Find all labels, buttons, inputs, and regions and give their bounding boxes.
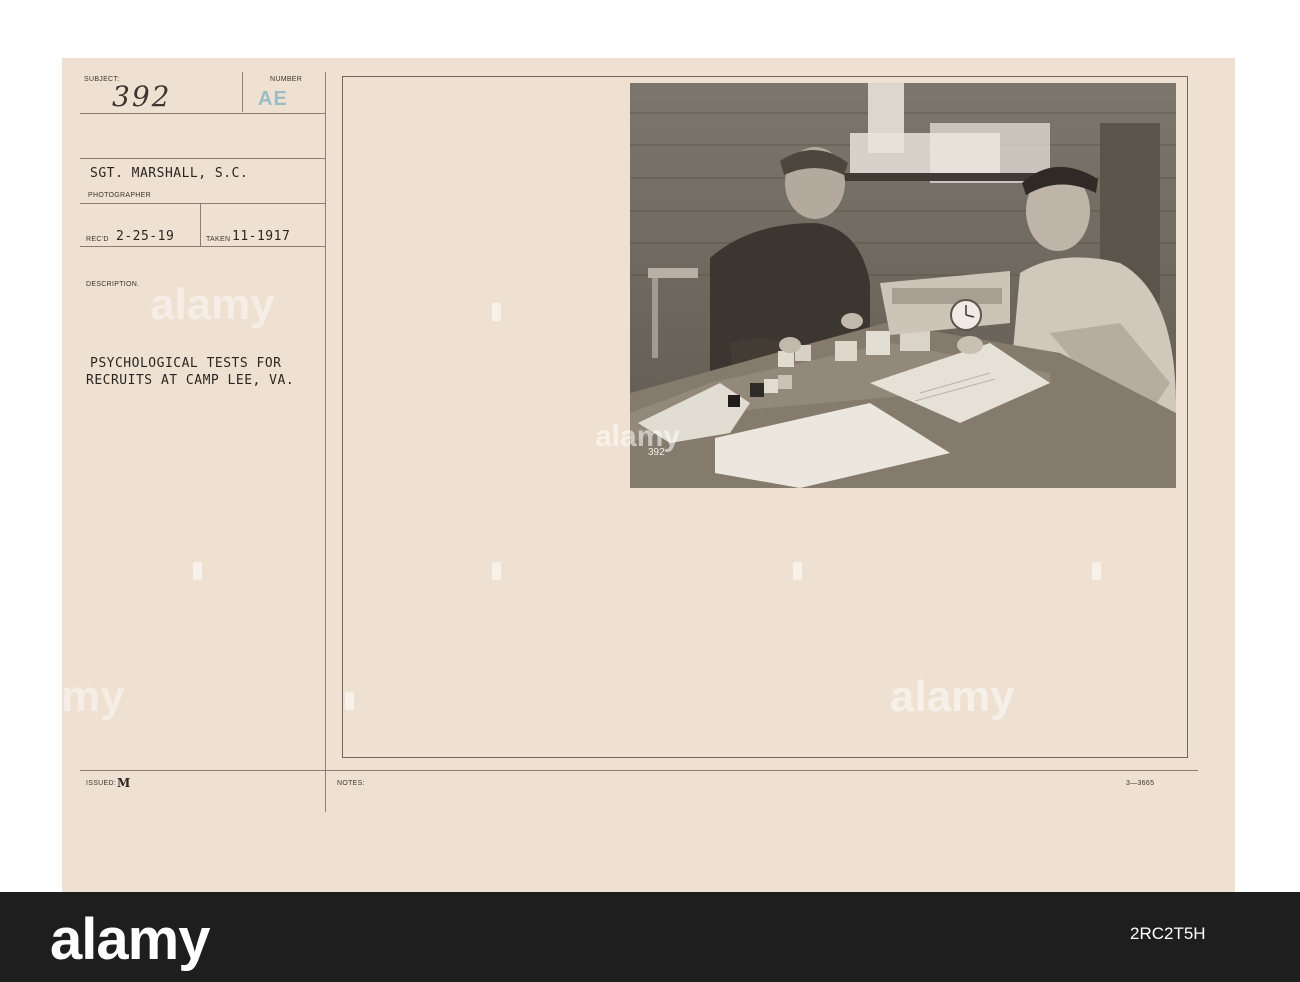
archival-photograph: 392 — [630, 83, 1176, 488]
taken-label: TAKEN — [206, 236, 231, 243]
issued-value: M — [117, 776, 131, 790]
taken-value: 11-1917 — [232, 229, 291, 244]
watermark-text: alamy — [890, 672, 1015, 721]
watermark-mark — [793, 562, 802, 580]
watermark-mark — [1240, 432, 1249, 450]
photographer-value: SGT. MARSHALL, S.C. — [90, 166, 249, 181]
recd-value: 2-25-19 — [116, 229, 175, 244]
alamy-logo: alamy — [50, 907, 210, 972]
subject-value: 392 — [112, 80, 172, 113]
form-code: 3—3665 — [1126, 780, 1155, 787]
watermark-mark — [492, 562, 501, 580]
divider-line — [200, 204, 201, 246]
number-label: NUMBER — [270, 76, 303, 83]
photographer-label: PHOTOGRAPHER — [88, 192, 151, 199]
notes-divider — [80, 770, 1198, 771]
description-line: RECRUITS AT CAMP LEE, VA. — [86, 373, 295, 388]
column-divider — [325, 72, 326, 812]
recd-label: REC'D — [86, 236, 109, 243]
watermark-mark — [45, 303, 54, 321]
watermark-text: alamy — [595, 420, 681, 453]
divider-line — [80, 113, 325, 114]
notes-label: NOTES: — [337, 780, 365, 787]
divider-line — [80, 246, 325, 247]
number-value: AE — [258, 88, 288, 110]
photo-illustration — [630, 83, 1176, 488]
divider-line — [80, 158, 325, 159]
watermark-mark — [345, 692, 354, 710]
watermark-text: alamy — [0, 672, 125, 721]
watermark-mark — [1092, 562, 1101, 580]
watermark-mark — [45, 432, 54, 450]
issued-label: ISSUED: — [86, 780, 117, 787]
watermark-text: alamy — [150, 280, 275, 329]
watermark-mark — [193, 562, 202, 580]
stock-id: 2RC2T5H — [1130, 924, 1206, 943]
description-label: DESCRIPTION. — [86, 281, 140, 288]
watermark-mark — [492, 303, 501, 321]
description-line: PSYCHOLOGICAL TESTS FOR — [90, 356, 282, 371]
divider-line — [242, 72, 243, 112]
divider-line — [80, 203, 325, 204]
